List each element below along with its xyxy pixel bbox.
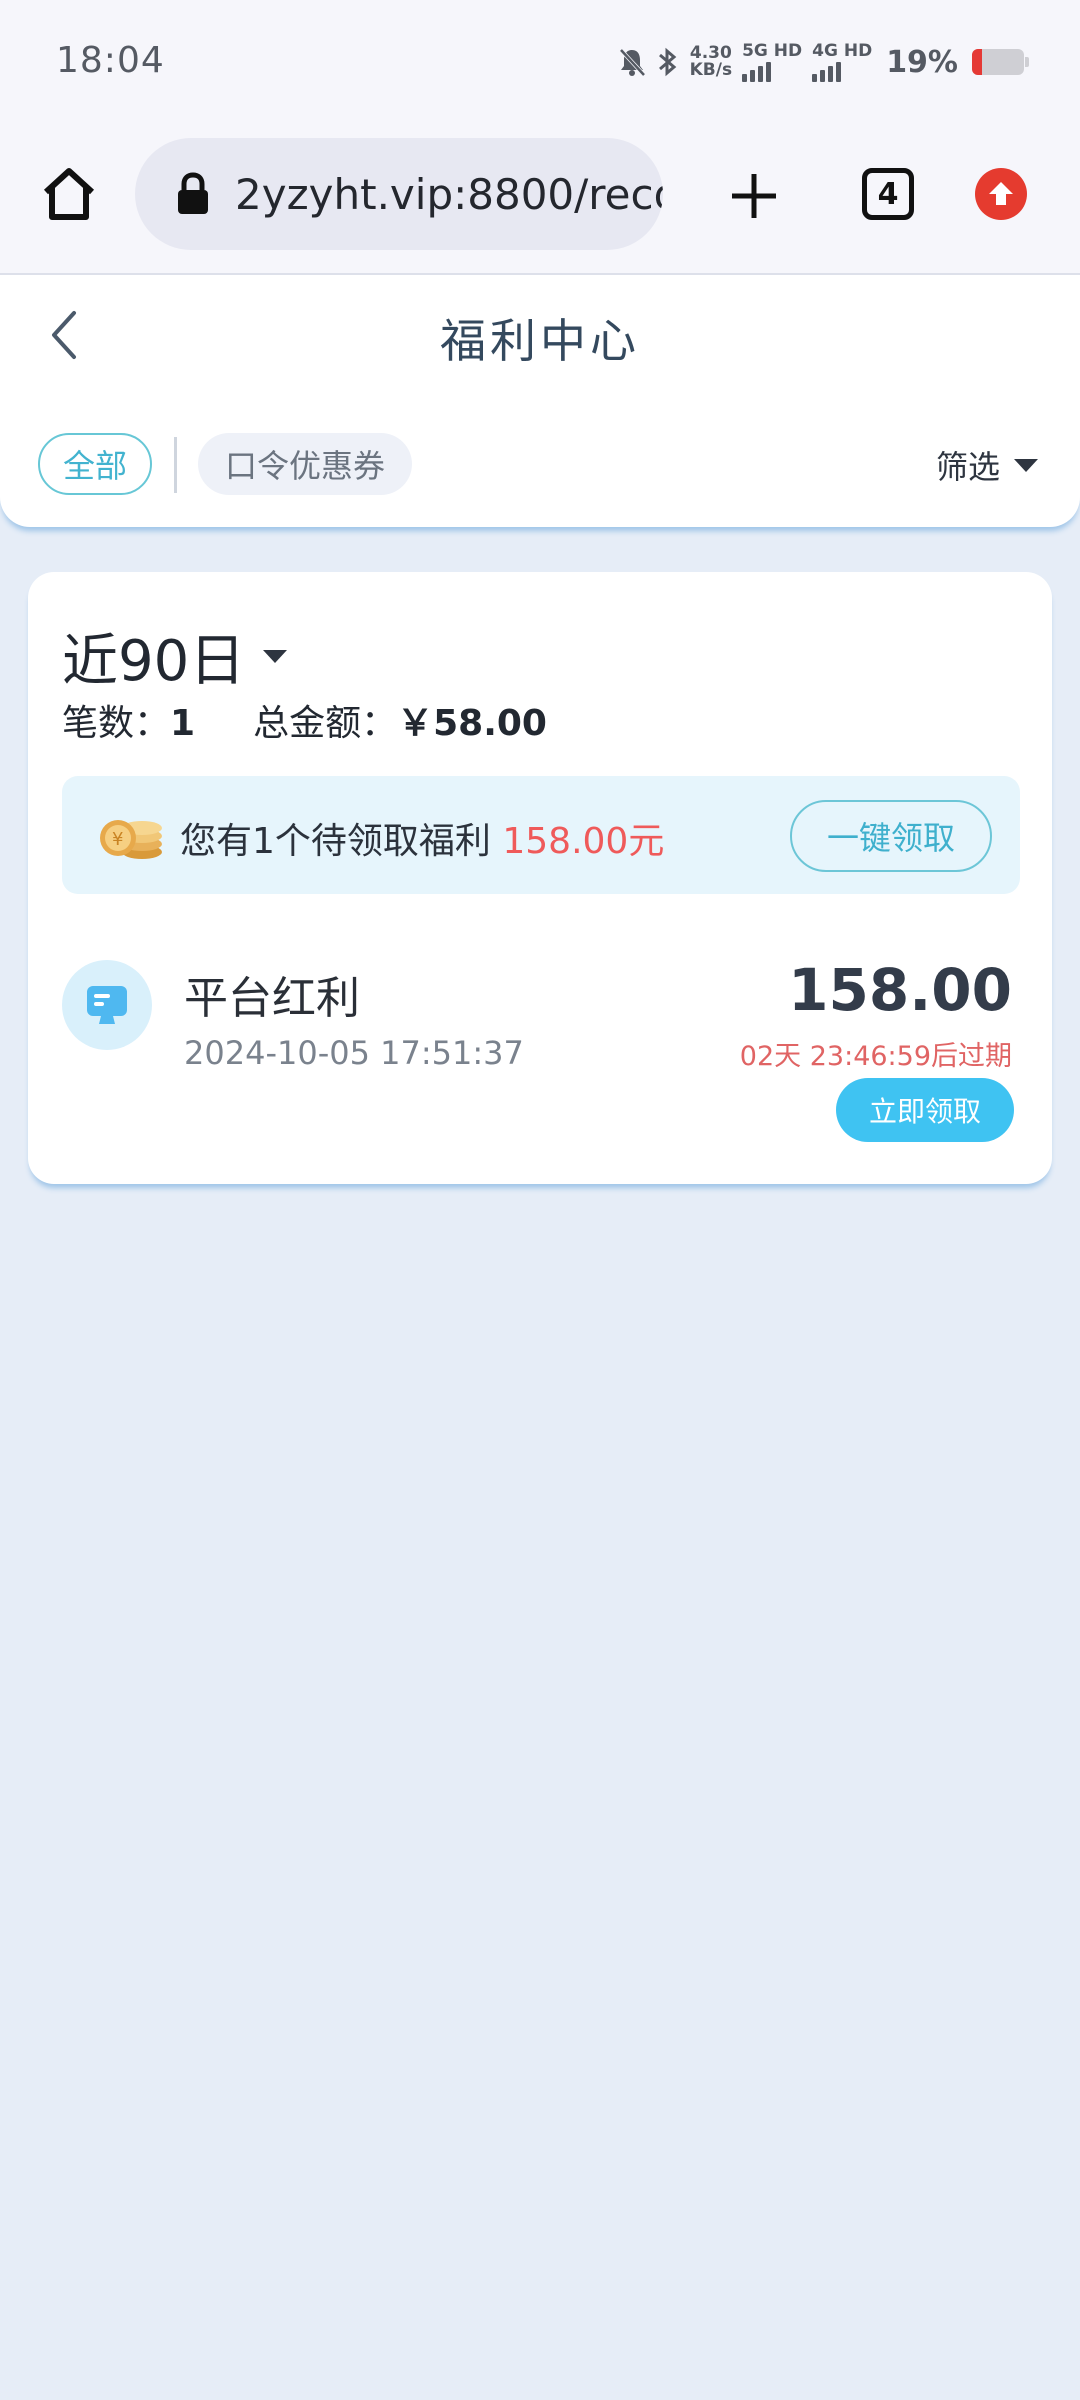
sim2-label: 4G HD bbox=[812, 40, 873, 61]
plus-icon[interactable] bbox=[726, 168, 782, 224]
total-value: ￥58.00 bbox=[397, 703, 547, 744]
status-indicators: 4.30 KB/s 5G HD 4G HD 19% bbox=[618, 40, 1029, 82]
record-title: 平台红利 bbox=[184, 973, 360, 1024]
claim-now-button[interactable]: 立即领取 bbox=[836, 1078, 1014, 1142]
caret-down-icon bbox=[263, 650, 288, 663]
summary-line: 笔数：1 总金额：￥58.00 bbox=[62, 694, 547, 746]
signal-icon bbox=[742, 60, 802, 82]
pending-banner: ¥ 您有1个待领取福利 158.00元 一键领取 bbox=[62, 776, 1020, 894]
net-speed-unit: KB/s bbox=[689, 60, 733, 80]
pending-text: 您有1个待领取福利 158.00元 bbox=[180, 812, 664, 864]
svg-text:¥: ¥ bbox=[112, 829, 123, 850]
sim1-label: 5G HD bbox=[742, 40, 803, 61]
total-label: 总金额： bbox=[253, 703, 398, 744]
claim-all-button[interactable]: 一键领取 bbox=[790, 800, 992, 872]
filter-chip-all[interactable]: 全部 bbox=[38, 433, 152, 495]
pending-amount: 158.00元 bbox=[502, 821, 665, 862]
pending-message: 您有1个待领取福利 bbox=[180, 821, 491, 862]
home-icon[interactable] bbox=[40, 165, 98, 223]
chip-divider bbox=[174, 437, 177, 493]
browser-toolbar: 2yzyht.vip:8800/reco 4 bbox=[0, 130, 1080, 275]
count-label: 笔数： bbox=[62, 703, 171, 744]
sim2-signal: 4G HD bbox=[812, 40, 873, 82]
screen-icon bbox=[87, 986, 127, 1024]
record-amount: 158.00 bbox=[788, 956, 1012, 1024]
rewards-card: 近90日 笔数：1 总金额：￥58.00 ¥ 您有1个待领取福利 158.00元 … bbox=[28, 572, 1052, 1184]
record-expire: 02天 23:46:59后过期 bbox=[739, 1041, 1012, 1072]
bluetooth-icon bbox=[658, 47, 676, 77]
period-label: 近90日 bbox=[62, 629, 246, 694]
period-selector[interactable]: 近90日 bbox=[62, 616, 288, 697]
tabs-icon[interactable]: 4 bbox=[862, 168, 914, 220]
battery-percent: 19% bbox=[886, 44, 958, 80]
header-card: 福利中心 全部 口令优惠券 筛选 bbox=[0, 275, 1080, 527]
address-bar[interactable]: 2yzyht.vip:8800/reco bbox=[135, 138, 663, 250]
record-date: 2024-10-05 17:51:37 bbox=[184, 1034, 524, 1072]
filter-chip-coupon[interactable]: 口令优惠券 bbox=[198, 433, 412, 495]
page-title: 福利中心 bbox=[440, 314, 640, 368]
monitor-icon bbox=[62, 960, 152, 1050]
net-speed: 4.30 KB/s bbox=[690, 45, 732, 79]
sim1-signal: 5G HD bbox=[742, 40, 803, 82]
caret-down-icon bbox=[1014, 458, 1038, 472]
status-time: 18:04 bbox=[56, 40, 165, 81]
arrow-up-icon bbox=[989, 182, 1013, 205]
status-bar: 18:04 4.30 KB/s 5G HD 4G HD 19% bbox=[0, 0, 1080, 130]
filter-label: 筛选 bbox=[935, 448, 1000, 486]
mute-bell-icon bbox=[619, 48, 646, 77]
lock-icon bbox=[178, 172, 208, 214]
filter-dropdown[interactable]: 筛选 bbox=[936, 435, 1038, 495]
battery-icon bbox=[972, 49, 1029, 75]
coins-icon: ¥ bbox=[100, 820, 162, 859]
signal-icon bbox=[812, 60, 872, 82]
update-arrow-icon[interactable] bbox=[975, 168, 1027, 220]
url-text: 2yzyht.vip:8800/reco bbox=[235, 169, 663, 219]
count-value: 1 bbox=[170, 703, 196, 744]
